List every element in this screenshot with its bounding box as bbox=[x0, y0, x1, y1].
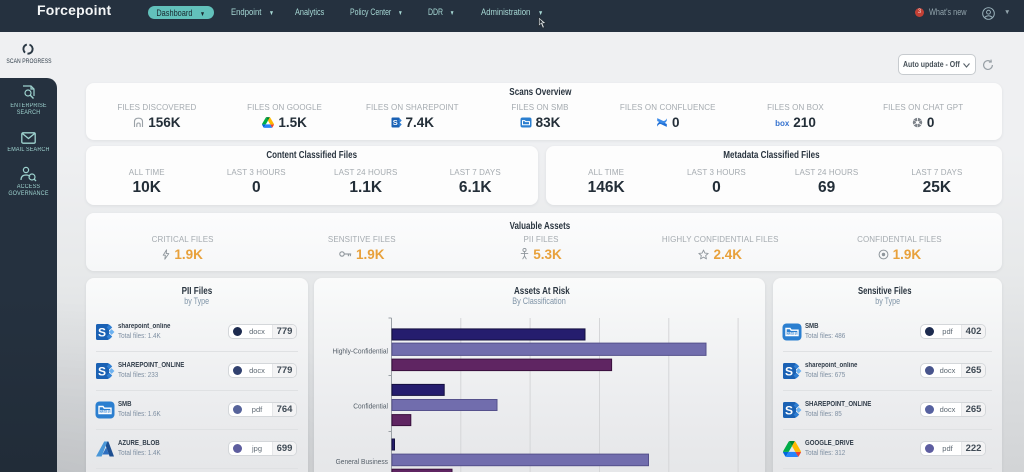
svg-text:S: S bbox=[98, 325, 106, 339]
svg-text:S: S bbox=[785, 403, 793, 417]
svg-text:S: S bbox=[785, 364, 793, 378]
svg-text:S: S bbox=[392, 118, 397, 127]
svg-text:General Business: General Business bbox=[336, 457, 389, 466]
svg-text:S: S bbox=[98, 364, 106, 378]
svg-text:Confidential: Confidential bbox=[353, 402, 388, 411]
svg-text:SMB: SMB bbox=[100, 409, 111, 414]
svg-text:Highly-Confidential: Highly-Confidential bbox=[333, 347, 389, 356]
svg-text:SMB: SMB bbox=[787, 331, 798, 336]
